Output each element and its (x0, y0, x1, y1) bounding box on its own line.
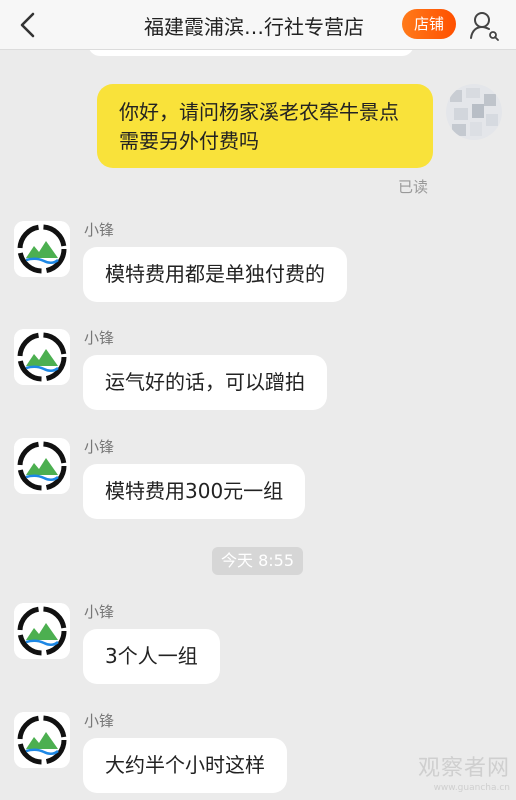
self-avatar[interactable] (446, 84, 502, 140)
shop-title: 福建霞浦滨…行社专营店 (144, 15, 364, 39)
sender-name: 小锋 (84, 329, 115, 347)
incoming-bubble[interactable]: 模特费用都是单独付费的 (83, 247, 347, 302)
sender-name: 小锋 (84, 712, 115, 730)
watermark: 观察者网 www.guancha.cn (410, 756, 510, 794)
shop-avatar[interactable] (14, 712, 70, 768)
shop-avatar[interactable] (14, 221, 70, 277)
shop-avatar[interactable] (14, 603, 70, 659)
sender-name: 小锋 (84, 221, 115, 239)
outgoing-bubble[interactable]: 你好，请问杨家溪老农牵牛景点需要另外付费吗 (97, 84, 433, 168)
chat-header: 福建霞浦滨…行社专营店 店铺 (0, 0, 516, 50)
shop-avatar[interactable] (14, 329, 70, 385)
watermark-logo: 观察者网 (417, 756, 510, 781)
incoming-bubble[interactable]: 模特费用300元一组 (83, 464, 306, 519)
shop-avatar[interactable] (14, 438, 70, 494)
user-profile-icon[interactable] (468, 9, 500, 41)
timestamp-divider: 今天 8:55 (212, 547, 303, 575)
shop-button[interactable]: 店铺 (402, 9, 456, 39)
incoming-bubble[interactable]: 3个人一组 (83, 629, 220, 684)
incoming-bubble[interactable]: 大约半个小时这样 (83, 738, 287, 793)
sender-name: 小锋 (84, 603, 115, 621)
back-arrow-icon[interactable] (14, 10, 44, 40)
outgoing-message: 你好，请问杨家溪老农牵牛景点需要另外付费吗 (97, 84, 433, 168)
watermark-url: www.guancha.cn (433, 783, 510, 793)
incoming-bubble[interactable]: 运气好的话，可以蹭拍 (83, 355, 327, 410)
sender-name: 小锋 (84, 438, 115, 456)
read-status: 已读 (398, 178, 429, 196)
